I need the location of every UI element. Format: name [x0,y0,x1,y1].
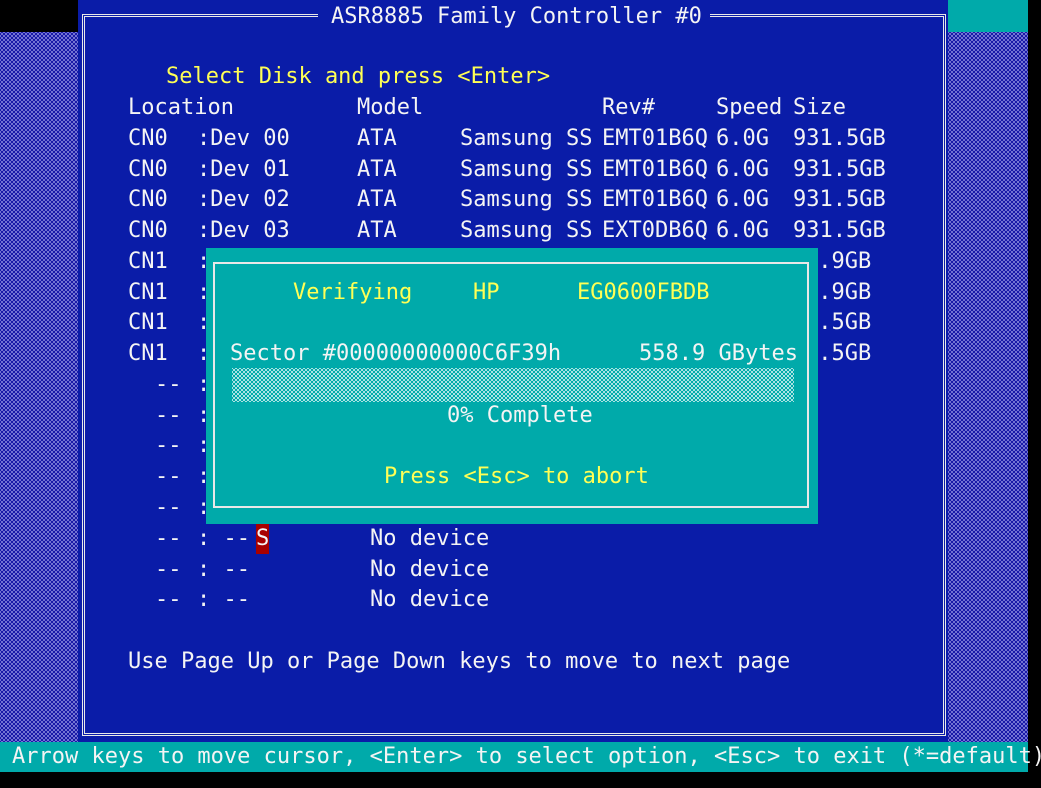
status-bar: Arrow keys to move cursor, <Enter> to se… [0,742,1041,772]
disk-size: 931.5GB [793,187,886,212]
disk-port: -- [155,372,182,397]
disk-port: CN0 [128,187,168,212]
abort-hint: Press <Esc> to abort [384,464,649,489]
disk-port: CN1 [128,341,168,366]
disk-list-title: Select Disk and press <Enter> [166,64,551,89]
disk-model: Samsung SS [460,187,593,212]
header-location: Location [128,95,234,120]
left-background [0,32,78,742]
disk-size: 931.5GB [793,126,886,151]
disk-port: -- [155,587,182,612]
disk-speed: 6.0G [716,187,769,212]
disk-port: CN0 [128,218,168,243]
disk-model: Samsung SS [460,218,593,243]
disk-port: -- [155,433,182,458]
disk-port: CN0 [128,157,168,182]
disk-status: No device [370,557,490,582]
disk-port: CN0 [128,126,168,151]
right-edge [1028,0,1041,788]
disk-speed: 6.0G [716,218,769,243]
right-background [948,32,1028,742]
header-model: Model [357,95,424,120]
disk-model: Samsung SS [460,157,593,182]
header-speed: Speed [716,95,783,120]
top-right-corner [948,0,1028,32]
drive-vendor: HP [473,280,500,305]
header-size: Size [793,95,846,120]
top-left-corner [0,0,78,32]
disk-device: : -- [197,557,250,582]
disk-rev: EMT01B6Q [602,157,708,182]
disk-device: :Dev 00 [197,126,290,151]
drive-model: EG0600FBDB [577,280,710,305]
disk-device: :Dev 02 [197,187,290,212]
disk-interface: ATA [357,187,397,212]
disk-model: Samsung SS [460,126,593,151]
drive-capacity: 558.9 GBytes [639,341,798,366]
disk-device: : -- [197,526,250,551]
disk-status: No device [370,526,490,551]
disk-rev: EXT0DB6Q [602,218,708,243]
current-sector: Sector #00000000000C6F39h [230,341,562,366]
disk-device: :Dev 01 [197,157,290,182]
disk-port: -- [155,464,182,489]
page-navigation-hint: Use Page Up or Page Down keys to move to… [128,649,791,674]
disk-port: -- [155,557,182,582]
verify-action: Verifying [293,280,413,305]
verify-progress-bar [232,368,794,402]
disk-port: -- [155,403,182,428]
disk-interface: ATA [357,157,397,182]
disk-port: CN1 [128,310,168,335]
disk-rev: EMT01B6Q [602,187,708,212]
disk-port: -- [155,526,182,551]
disk-size: 931.5GB [793,218,886,243]
disk-interface: ATA [357,126,397,151]
disk-interface: ATA [357,218,397,243]
header-rev: Rev# [602,95,655,120]
cursor-marker: S [256,524,270,554]
disk-device: :Dev 03 [197,218,290,243]
disk-port: CN1 [128,249,168,274]
disk-port: -- [155,495,182,520]
disk-speed: 6.0G [716,157,769,182]
window-title: ASR8885 Family Controller #0 [331,4,702,29]
disk-port: CN1 [128,280,168,305]
disk-rev: EMT01B6Q [602,126,708,151]
disk-device: : -- [197,587,250,612]
disk-speed: 6.0G [716,126,769,151]
progress-text: 0% Complete [447,403,593,428]
disk-size: 931.5GB [793,157,886,182]
disk-status: No device [370,587,490,612]
status-bar-text: Arrow keys to move cursor, <Enter> to se… [12,744,1041,769]
